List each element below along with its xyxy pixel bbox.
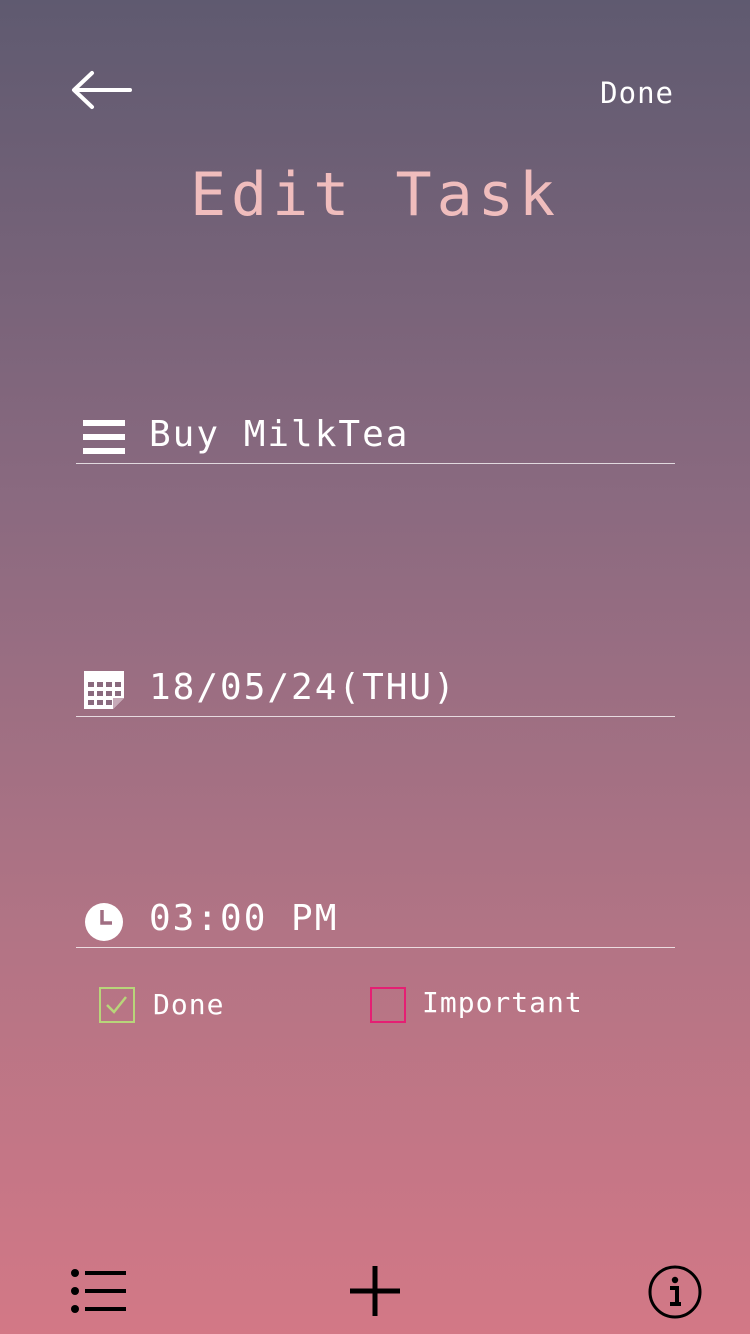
- time-row: [76, 887, 675, 948]
- important-checkbox-label: Important: [422, 986, 583, 1019]
- plus-icon: [350, 1266, 400, 1316]
- done-checkbox[interactable]: [99, 987, 135, 1023]
- clock-icon: [83, 901, 125, 941]
- important-checkbox[interactable]: [370, 987, 406, 1023]
- task-name-row: [76, 403, 675, 464]
- check-icon: [106, 996, 127, 1014]
- task-name-input[interactable]: [149, 409, 669, 459]
- back-button[interactable]: [66, 66, 136, 114]
- date-row: [76, 656, 675, 717]
- add-task-button[interactable]: [348, 1264, 402, 1318]
- info-icon: [648, 1265, 702, 1319]
- done-checkbox-label: Done: [153, 988, 225, 1021]
- list-icon: [71, 1269, 126, 1313]
- page-title: Edit Task: [189, 160, 561, 230]
- menu-lines-icon: [83, 417, 125, 457]
- time-input[interactable]: [149, 893, 669, 943]
- task-list-button[interactable]: [70, 1268, 128, 1314]
- date-input[interactable]: [149, 662, 669, 712]
- back-arrow-icon: [72, 71, 132, 109]
- info-button[interactable]: [647, 1264, 703, 1320]
- done-button[interactable]: Done: [600, 76, 674, 110]
- calendar-icon: [83, 670, 125, 710]
